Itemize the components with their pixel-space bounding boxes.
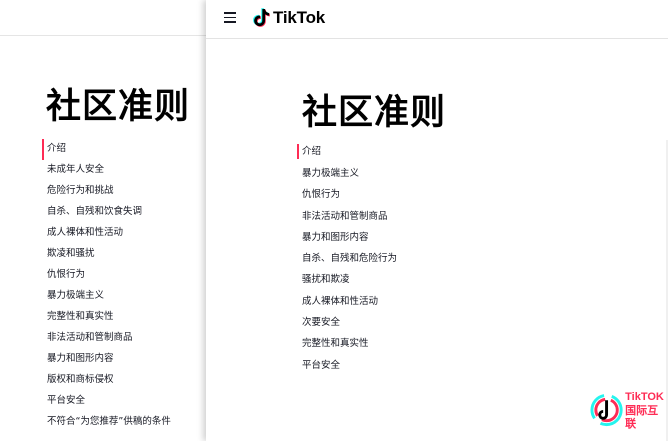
- watermark-text: TikTOK 国际互联: [625, 391, 668, 430]
- left-nav-item[interactable]: 暴力和图形内容: [42, 349, 212, 370]
- right-nav-item[interactable]: 自杀、自残和危险行为: [297, 250, 457, 271]
- left-nav-item[interactable]: 成人裸体和性活动: [42, 223, 212, 244]
- left-nav-item[interactable]: 非法活动和管制商品: [42, 328, 212, 349]
- watermark-line1: TikTOK: [625, 390, 664, 403]
- left-page-title: 社区准则: [46, 87, 191, 127]
- left-guidelines-nav: 介绍 未成年人安全 危险行为和挑战 自杀、自残和饮食失调 成人裸体和性活动 欺凌和骚扰 仇恨…: [42, 139, 212, 433]
- left-nav-item[interactable]: 平台安全: [42, 391, 212, 412]
- left-nav-item[interactable]: 暴力极端主义: [42, 286, 212, 307]
- left-nav-item[interactable]: 介绍: [42, 139, 212, 160]
- right-nav-item[interactable]: 暴力和图形内容: [297, 229, 457, 250]
- watermark-line2: 国际互联: [625, 403, 659, 430]
- header: TikTok: [206, 0, 668, 39]
- tiktok-note-icon: [253, 8, 270, 27]
- left-nav-item[interactable]: 完整性和真实性: [42, 307, 212, 328]
- left-nav-item[interactable]: 危险行为和挑战: [42, 181, 212, 202]
- page-title: 社区准则: [302, 93, 447, 133]
- right-nav-item[interactable]: 仇恨行为: [297, 186, 457, 207]
- right-nav-item[interactable]: 成人裸体和性活动: [297, 293, 457, 314]
- left-page: 社区准则 介绍 未成年人安全 危险行为和挑战 自杀、自残和饮食失调 成人裸体和性活动 欺凌…: [0, 0, 208, 441]
- left-nav-item[interactable]: 未成年人安全: [42, 160, 212, 181]
- right-nav-item[interactable]: 暴力极端主义: [297, 165, 457, 186]
- right-nav-item[interactable]: 介绍: [297, 144, 457, 159]
- hamburger-menu-icon[interactable]: [224, 12, 236, 24]
- watermark: TikTOK 国际互联: [590, 390, 668, 430]
- right-nav-item[interactable]: 平台安全: [297, 357, 457, 378]
- logo-text: TikTok: [273, 8, 326, 27]
- left-nav-item[interactable]: 仇恨行为: [42, 265, 212, 286]
- left-nav-item[interactable]: 不符合“为您推荐”供稿的条件: [42, 412, 212, 433]
- right-nav-item[interactable]: 完整性和真实性: [297, 335, 457, 356]
- tiktok-logo[interactable]: TikTok: [252, 7, 325, 29]
- left-nav-item[interactable]: 欺凌和骚扰: [42, 244, 212, 265]
- guidelines-nav: 介绍暴力极端主义 仇恨行为 非法活动和管制商品 暴力和图形内容 自杀、自残和危险行为 骚扰…: [297, 144, 457, 378]
- left-header-divider: [0, 35, 208, 36]
- left-nav-item[interactable]: 自杀、自残和饮食失调: [42, 202, 212, 223]
- left-nav-item[interactable]: 版权和商标侵权: [42, 370, 212, 391]
- tiktok-watermark-icon: [590, 393, 623, 427]
- right-nav-item[interactable]: 非法活动和管制商品: [297, 208, 457, 229]
- right-nav-item[interactable]: 骚扰和欺凌: [297, 271, 457, 292]
- right-nav-item[interactable]: 次要安全: [297, 314, 457, 335]
